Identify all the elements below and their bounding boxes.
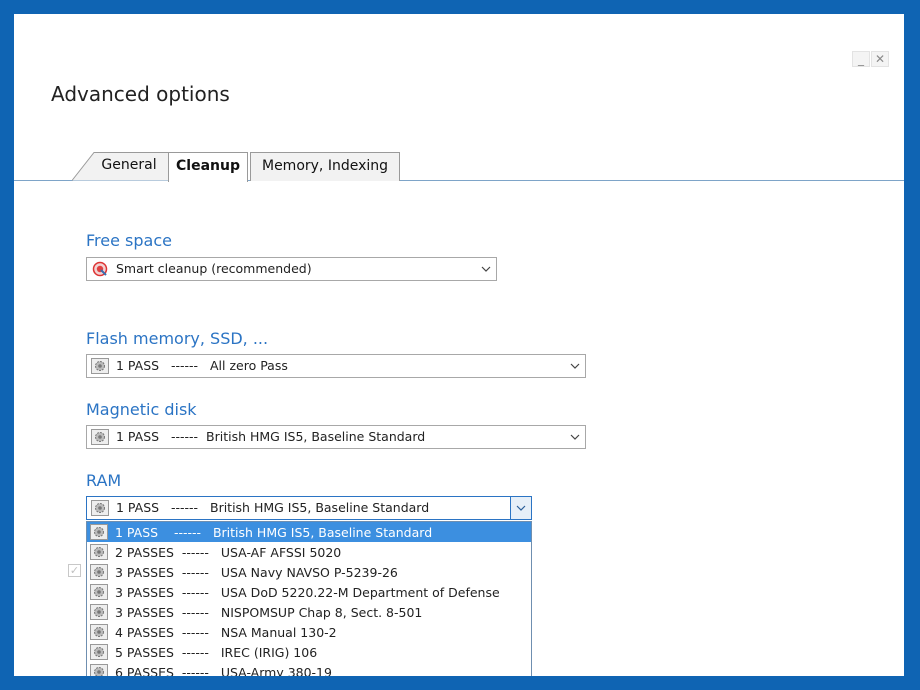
ram-select[interactable]: 1 PASS ------ British HMG IS5, Baseline … [86,496,532,520]
ram-option[interactable]: 6 PASSES ------ USA-Army 380-19 [87,662,531,676]
page-title: Advanced options [51,82,230,106]
chevron-down-icon[interactable] [565,426,585,448]
gear-icon [89,543,109,561]
option-checkbox[interactable]: ✓ [68,564,81,577]
ram-option[interactable]: 2 PASSES ------ USA-AF AFSSI 5020 [87,542,531,562]
ram-option[interactable]: 4 PASSES ------ NSA Manual 130-2 [87,622,531,642]
ram-option-label: 1 PASS ------ British HMG IS5, Baseline … [115,524,433,540]
smart-cleanup-icon [90,260,110,278]
ram-option-label: 3 PASSES ------ USA DoD 5220.22-M Depart… [115,584,500,600]
magnetic-disk-value: 1 PASS ------ British HMG IS5, Baseline … [116,429,426,444]
ram-option[interactable]: 3 PASSES ------ USA Navy NAVSO P-5239-26 [87,562,531,582]
chevron-down-icon[interactable] [476,258,496,280]
ram-option[interactable]: 1 PASS ------ British HMG IS5, Baseline … [87,522,531,542]
gear-icon [89,663,109,676]
ram-option-label: 3 PASSES ------ NISPOMSUP Chap 8, Sect. … [115,604,423,620]
ram-value: 1 PASS ------ British HMG IS5, Baseline … [116,500,430,515]
flash-memory-select[interactable]: 1 PASS ------ All zero Pass [86,354,586,378]
ram-option-label: 3 PASSES ------ USA Navy NAVSO P-5239-26 [115,564,398,580]
ram-option[interactable]: 3 PASSES ------ USA DoD 5220.22-M Depart… [87,582,531,602]
chevron-down-icon[interactable] [565,355,585,377]
gear-icon [90,357,110,375]
window-controls: _ ✕ [852,51,889,67]
gear-icon [89,603,109,621]
chevron-down-icon[interactable] [510,497,531,519]
minimize-button[interactable]: _ [852,51,870,67]
ram-option[interactable]: 3 PASSES ------ NISPOMSUP Chap 8, Sect. … [87,602,531,622]
gear-icon [89,623,109,641]
tab-general-label: General [101,157,157,173]
gear-icon [89,583,109,601]
tab-cleanup-label: Cleanup [176,158,240,174]
ram-option-label: 5 PASSES ------ IREC (IRIG) 106 [115,644,318,660]
advanced-options-window: _ ✕ Advanced options General Cleanup Mem… [14,14,904,676]
magnetic-disk-select[interactable]: 1 PASS ------ British HMG IS5, Baseline … [86,425,586,449]
ram-option-label: 6 PASSES ------ USA-Army 380-19 [115,664,332,677]
magnetic-disk-label: Magnetic disk [86,400,197,419]
gear-icon [89,643,109,661]
tab-general[interactable]: General [72,152,172,181]
close-button[interactable]: ✕ [871,51,889,67]
flash-memory-label: Flash memory, SSD, ... [86,329,269,348]
ram-option-label: 2 PASSES ------ USA-AF AFSSI 5020 [115,544,342,560]
ram-dropdown-list: 1 PASS ------ British HMG IS5, Baseline … [86,521,532,676]
free-space-select[interactable]: Smart cleanup (recommended) [86,257,497,281]
ram-label: RAM [86,471,122,490]
tab-memory-indexing-label: Memory, Indexing [261,158,389,174]
tab-cleanup[interactable]: Cleanup [168,152,248,182]
gear-icon [90,499,110,517]
gear-icon [89,563,109,581]
flash-memory-value: 1 PASS ------ All zero Pass [116,358,288,373]
free-space-value: Smart cleanup (recommended) [116,261,312,276]
free-space-label: Free space [86,231,172,250]
ram-option[interactable]: 5 PASSES ------ IREC (IRIG) 106 [87,642,531,662]
gear-icon [89,523,109,541]
ram-option-label: 4 PASSES ------ NSA Manual 130-2 [115,624,337,640]
tab-memory-indexing[interactable]: Memory, Indexing [250,152,400,181]
gear-icon [90,428,110,446]
